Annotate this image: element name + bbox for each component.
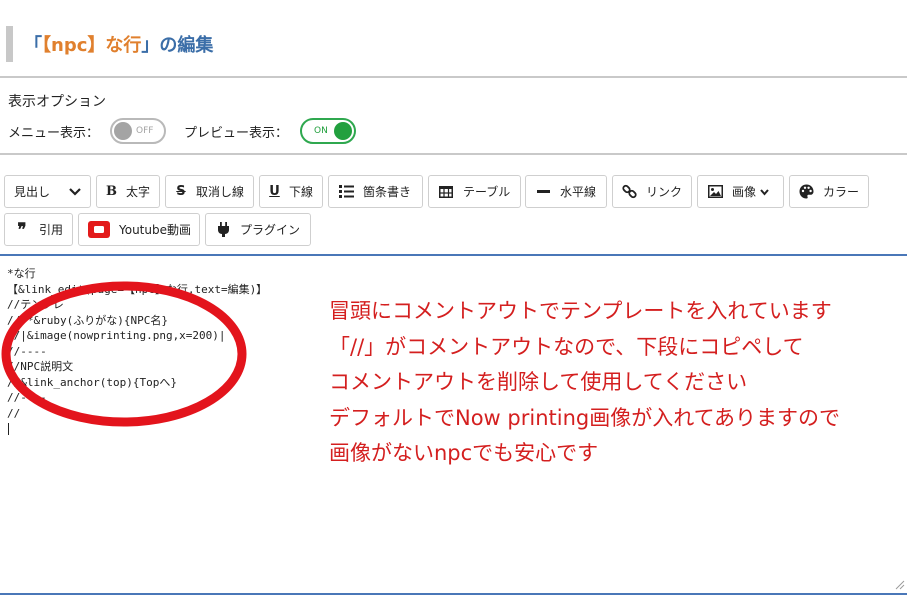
youtube-icon bbox=[88, 221, 110, 238]
toggle-knob bbox=[114, 122, 132, 140]
quote-label: 引用 bbox=[38, 223, 63, 237]
bold-icon: B bbox=[106, 184, 117, 199]
bullet-list-label: 箇条書き bbox=[363, 185, 412, 199]
heading-select[interactable]: 見出し bbox=[4, 175, 91, 208]
heading-select-label: 見出し bbox=[14, 185, 51, 199]
annotation-line: コメントアウトを削除して使用してください bbox=[329, 370, 748, 394]
title-accent-bar bbox=[6, 26, 13, 62]
color-label: カラー bbox=[823, 185, 860, 199]
quote-button[interactable]: ❞ 引用 bbox=[4, 213, 73, 246]
image-icon bbox=[707, 184, 723, 200]
page-title: 「【npc】な行」の編集 bbox=[24, 31, 213, 57]
divider bbox=[0, 76, 907, 78]
preview-display-toggle[interactable]: ON bbox=[300, 118, 356, 144]
annotation-note: 冒頭にコメントアウトでテンプレートを入れています 「//」がコメントアウトなので… bbox=[329, 294, 840, 472]
plugin-button[interactable]: プラグイン bbox=[205, 213, 311, 246]
menu-display-label: メニュー表示： bbox=[8, 126, 100, 141]
strikethrough-label: 取消し線 bbox=[195, 185, 244, 199]
bold-label: 太字 bbox=[126, 185, 151, 199]
table-button[interactable]: テーブル bbox=[428, 175, 521, 208]
horizontal-rule-icon bbox=[535, 184, 551, 200]
color-button[interactable]: カラー bbox=[789, 175, 869, 208]
youtube-label: Youtube動画 bbox=[119, 223, 191, 237]
underline-button[interactable]: U 下線 bbox=[259, 175, 323, 208]
toggle-state: OFF bbox=[136, 126, 154, 136]
underline-icon: U bbox=[269, 184, 280, 199]
image-button[interactable]: 画像 bbox=[697, 175, 784, 208]
palette-icon bbox=[799, 184, 814, 200]
link-button[interactable]: リンク bbox=[612, 175, 692, 208]
toggle-state: ON bbox=[314, 126, 328, 136]
wiki-text-editor[interactable]: *な行 【&link_edit(page=【npc】な行,text=編集)】 /… bbox=[0, 256, 907, 593]
highlight-circle bbox=[1, 281, 247, 427]
horizontal-rule-button[interactable]: 水平線 bbox=[525, 175, 607, 208]
resize-grip-icon[interactable] bbox=[893, 578, 905, 590]
divider bbox=[0, 153, 907, 155]
toggle-knob bbox=[334, 122, 352, 140]
link-label: リンク bbox=[646, 185, 683, 199]
title-page-link[interactable]: 【npc】な行 bbox=[42, 35, 141, 56]
bullet-list-button[interactable]: 箇条書き bbox=[328, 175, 423, 208]
chevron-down-icon bbox=[760, 185, 769, 199]
image-label: 画像 bbox=[732, 185, 757, 199]
link-icon bbox=[622, 184, 637, 200]
editor-bottom-border bbox=[0, 593, 907, 595]
strikethrough-button[interactable]: S 取消し線 bbox=[165, 175, 254, 208]
table-icon bbox=[438, 184, 454, 200]
strikethrough-icon: S bbox=[176, 184, 186, 199]
title-close: 」の編集 bbox=[141, 35, 214, 56]
list-icon bbox=[338, 184, 354, 200]
youtube-button[interactable]: Youtube動画 bbox=[78, 213, 200, 246]
annotation-line: 冒頭にコメントアウトでテンプレートを入れています bbox=[329, 299, 832, 323]
plug-icon bbox=[215, 222, 231, 238]
annotation-line: デフォルトでNow printing画像が入れてありますので bbox=[329, 405, 840, 430]
title-open: 「 bbox=[24, 35, 42, 56]
bold-button[interactable]: B 太字 bbox=[96, 175, 160, 208]
display-options-heading: 表示オプション bbox=[8, 94, 106, 110]
horizontal-rule-label: 水平線 bbox=[560, 185, 597, 199]
underline-label: 下線 bbox=[288, 185, 313, 199]
annotation-line: 「//」がコメントアウトなので、下段にコピペして bbox=[329, 334, 804, 359]
chevron-down-icon bbox=[69, 185, 81, 199]
menu-display-toggle[interactable]: OFF bbox=[110, 118, 166, 144]
quote-icon: ❞ bbox=[17, 219, 27, 240]
table-label: テーブル bbox=[463, 185, 511, 199]
preview-display-label: プレビュー表示： bbox=[184, 126, 289, 141]
annotation-line: 画像がないnpcでも安心です bbox=[329, 441, 599, 465]
plugin-label: プラグイン bbox=[240, 223, 301, 237]
